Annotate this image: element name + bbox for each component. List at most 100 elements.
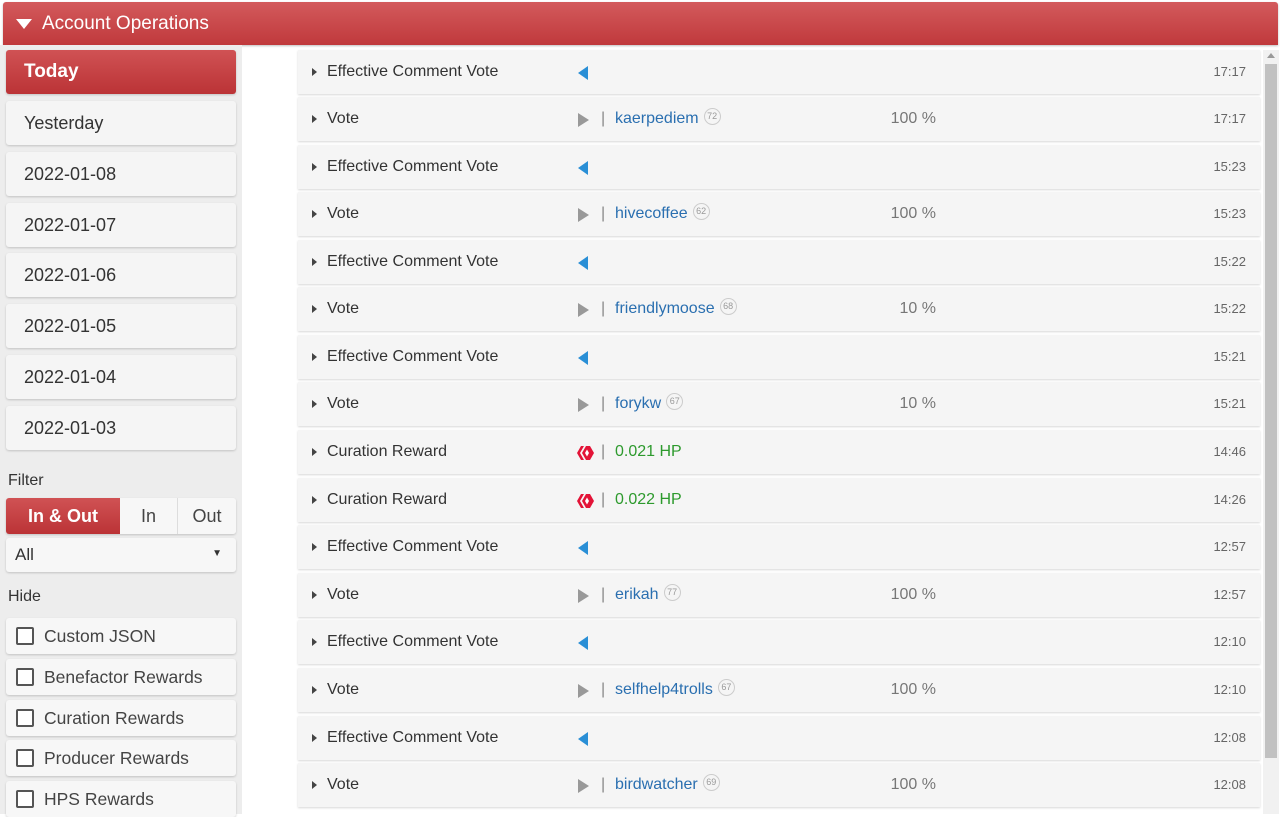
operation-row[interactable]: Curation Reward | 0.022 HP 14:26 xyxy=(298,478,1260,522)
account-name[interactable]: hivecoffee xyxy=(615,205,688,222)
expand-arrow-icon[interactable] xyxy=(312,448,317,456)
gray-right-triangle-icon xyxy=(576,683,590,699)
day-button[interactable]: 2022-01-04 xyxy=(6,355,236,399)
expand-arrow-icon[interactable] xyxy=(312,115,317,123)
scrollbar[interactable] xyxy=(1263,50,1279,814)
vote-percent: 100 % xyxy=(890,205,936,222)
expand-arrow-icon[interactable] xyxy=(312,734,317,742)
account-link[interactable]: erikah 77 xyxy=(615,573,681,617)
hide-producer-rewards-checkbox[interactable]: Producer Rewards xyxy=(6,740,236,776)
operation-row[interactable]: Vote | friendlymoose 68 10 % 15:22 xyxy=(298,287,1260,331)
operation-time: 17:17 xyxy=(1213,111,1246,126)
day-button[interactable]: 2022-01-07 xyxy=(6,203,236,247)
day-button[interactable]: 2022-01-08 xyxy=(6,152,236,196)
account-name[interactable]: kaerpediem xyxy=(615,110,699,127)
operation-row[interactable]: Vote | birdwatcher 69 100 % 12:08 xyxy=(298,763,1260,807)
day-button[interactable]: 2022-01-05 xyxy=(6,304,236,348)
account-link[interactable]: hivecoffee 62 xyxy=(615,192,710,236)
operation-type: Curation Reward xyxy=(327,443,448,460)
expand-arrow-icon[interactable] xyxy=(312,781,317,789)
operation-row[interactable]: Effective Comment Vote 15:21 xyxy=(298,335,1260,379)
checkbox-icon[interactable] xyxy=(16,790,34,808)
blue-left-triangle-icon xyxy=(576,540,590,556)
operation-row[interactable]: Vote | selfhelp4trolls 67 100 % 12:10 xyxy=(298,668,1260,712)
account-name[interactable]: forykw xyxy=(615,395,661,412)
operation-time: 14:46 xyxy=(1213,444,1246,459)
day-button-yesterday[interactable]: Yesterday xyxy=(6,101,236,145)
operation-row[interactable]: Vote | kaerpediem 72 100 % 17:17 xyxy=(298,97,1260,141)
reputation-badge: 72 xyxy=(703,108,721,126)
account-link[interactable]: birdwatcher 69 xyxy=(615,763,720,807)
operation-row[interactable]: Effective Comment Vote 15:22 xyxy=(298,240,1260,284)
checkbox-icon[interactable] xyxy=(16,627,34,645)
hide-hps-rewards-checkbox[interactable]: HPS Rewards xyxy=(6,781,236,817)
account-operations-header[interactable]: Account Operations xyxy=(3,2,1278,45)
gray-right-triangle-icon xyxy=(576,112,590,128)
operation-type-select[interactable]: All ▼ xyxy=(6,538,236,572)
expand-arrow-icon[interactable] xyxy=(312,591,317,599)
operation-row[interactable]: Vote | erikah 77 100 % 12:57 xyxy=(298,573,1260,617)
operation-row[interactable]: Effective Comment Vote 15:23 xyxy=(298,145,1260,189)
vote-percent: 100 % xyxy=(890,776,936,793)
sidebar: Today Yesterday 2022-01-08 2022-01-07 20… xyxy=(0,45,242,817)
separator: | xyxy=(601,110,606,127)
operation-row[interactable]: Vote | forykw 67 10 % 15:21 xyxy=(298,382,1260,426)
operation-row[interactable]: Vote | hivecoffee 62 100 % 15:23 xyxy=(298,192,1260,236)
filter-out-button[interactable]: Out xyxy=(178,498,236,534)
separator: | xyxy=(601,205,606,222)
operation-type: Effective Comment Vote xyxy=(327,158,499,175)
reward-amount: 0.021 HP xyxy=(615,443,682,460)
reputation-badge: 62 xyxy=(692,203,710,221)
operation-time: 15:23 xyxy=(1213,206,1246,221)
operation-row[interactable]: Effective Comment Vote 12:08 xyxy=(298,716,1260,760)
account-name[interactable]: friendlymoose xyxy=(615,300,715,317)
account-link[interactable]: forykw 67 xyxy=(615,382,684,426)
expand-arrow-icon[interactable] xyxy=(312,305,317,313)
day-button-today[interactable]: Today xyxy=(6,50,236,94)
operation-row[interactable]: Effective Comment Vote 12:57 xyxy=(298,525,1260,569)
hive-logo-icon xyxy=(576,493,594,509)
hide-custom-json-checkbox[interactable]: Custom JSON xyxy=(6,618,236,654)
expand-arrow-icon[interactable] xyxy=(312,638,317,646)
operation-time: 12:08 xyxy=(1213,777,1246,792)
expand-arrow-icon[interactable] xyxy=(312,686,317,694)
expand-arrow-icon[interactable] xyxy=(312,258,317,266)
checkbox-icon[interactable] xyxy=(16,749,34,767)
hide-benefactor-rewards-checkbox[interactable]: Benefactor Rewards xyxy=(6,659,236,695)
expand-arrow-icon[interactable] xyxy=(312,210,317,218)
separator: | xyxy=(601,681,606,698)
account-name[interactable]: selfhelp4trolls xyxy=(615,681,713,698)
separator: | xyxy=(601,443,606,460)
account-name[interactable]: birdwatcher xyxy=(615,776,698,793)
day-button[interactable]: 2022-01-03 xyxy=(6,406,236,450)
reward-amount: 0.022 HP xyxy=(615,491,682,508)
expand-arrow-icon[interactable] xyxy=(312,496,317,504)
account-link[interactable]: selfhelp4trolls 67 xyxy=(615,668,735,712)
operation-row[interactable]: Effective Comment Vote 17:17 xyxy=(298,50,1260,94)
operation-type: Vote xyxy=(327,300,360,317)
operation-row[interactable]: Curation Reward | 0.021 HP 14:46 xyxy=(298,430,1260,474)
operation-type: Vote xyxy=(327,681,360,698)
scroll-up-arrow-icon[interactable] xyxy=(1267,53,1275,58)
operation-row[interactable]: Effective Comment Vote 12:10 xyxy=(298,620,1260,664)
expand-arrow-icon[interactable] xyxy=(312,163,317,171)
hide-curation-rewards-checkbox[interactable]: Curation Rewards xyxy=(6,700,236,736)
account-name[interactable]: erikah xyxy=(615,586,659,603)
checkbox-icon[interactable] xyxy=(16,709,34,727)
checkbox-label: Curation Rewards xyxy=(44,707,185,728)
operation-type: Effective Comment Vote xyxy=(327,633,499,650)
day-button[interactable]: 2022-01-06 xyxy=(6,253,236,297)
scrollbar-thumb[interactable] xyxy=(1265,64,1277,758)
account-link[interactable]: kaerpediem 72 xyxy=(615,97,721,141)
gray-right-triangle-icon xyxy=(576,588,590,604)
filter-in-button[interactable]: In xyxy=(120,498,178,534)
gray-right-triangle-icon xyxy=(576,778,590,794)
checkbox-icon[interactable] xyxy=(16,668,34,686)
separator: | xyxy=(601,586,606,603)
expand-arrow-icon[interactable] xyxy=(312,68,317,76)
expand-arrow-icon[interactable] xyxy=(312,353,317,361)
expand-arrow-icon[interactable] xyxy=(312,400,317,408)
account-link[interactable]: friendlymoose 68 xyxy=(615,287,737,331)
expand-arrow-icon[interactable] xyxy=(312,543,317,551)
filter-in-and-out-button[interactable]: In & Out xyxy=(6,498,120,534)
